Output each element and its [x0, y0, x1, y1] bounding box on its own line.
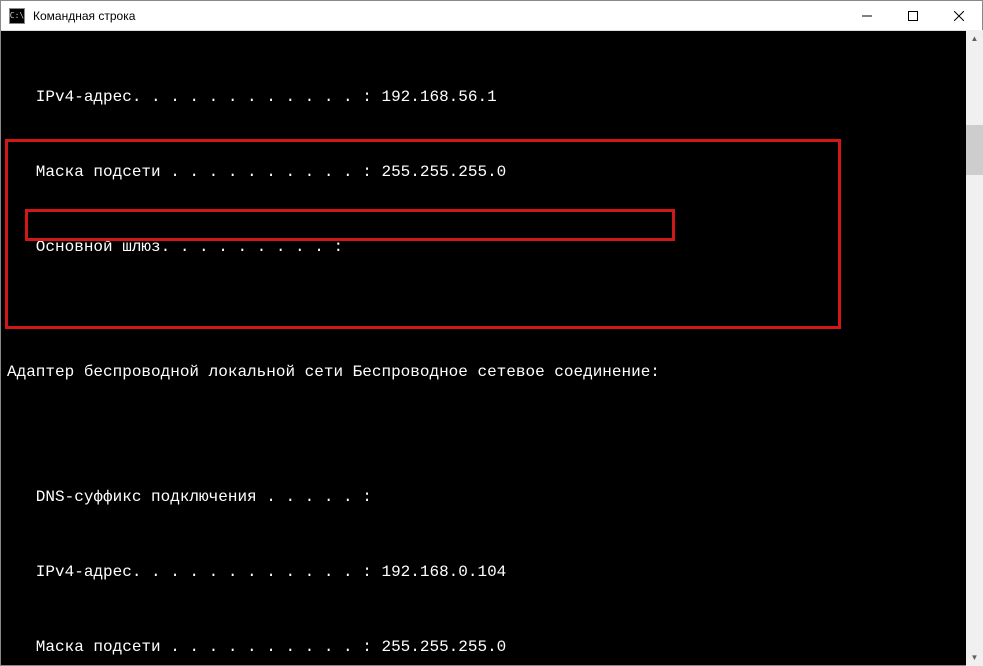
window-title: Командная строка: [33, 9, 844, 23]
scrollbar-down-arrow-icon[interactable]: ▼: [966, 649, 983, 666]
output-line: Маска подсети . . . . . . . . . . : 255.…: [7, 635, 976, 660]
output-line: Маска подсети . . . . . . . . . . : 255.…: [7, 160, 976, 185]
output-line: Адаптер беспроводной локальной сети Бесп…: [7, 360, 976, 385]
command-prompt-window: C:\ Командная строка IPv4-адрес. . . . .…: [0, 0, 983, 666]
output-line: IPv4-адрес. . . . . . . . . . . . : 192.…: [7, 560, 976, 585]
vertical-scrollbar[interactable]: ▲ ▼: [966, 30, 983, 666]
maximize-button[interactable]: [890, 1, 936, 30]
scrollbar-up-arrow-icon[interactable]: ▲: [966, 30, 983, 47]
minimize-button[interactable]: [844, 1, 890, 30]
output-line: IPv4-адрес. . . . . . . . . . . . : 192.…: [7, 85, 976, 110]
output-line: Основной шлюз. . . . . . . . . :: [7, 235, 976, 260]
scrollbar-thumb[interactable]: [966, 125, 983, 175]
output-line: DNS-суффикс подключения . . . . . :: [7, 485, 976, 510]
titlebar[interactable]: C:\ Командная строка: [1, 1, 982, 31]
close-button[interactable]: [936, 1, 982, 30]
terminal-output[interactable]: IPv4-адрес. . . . . . . . . . . . : 192.…: [1, 31, 982, 665]
app-icon: C:\: [9, 8, 25, 24]
window-controls: [844, 1, 982, 30]
